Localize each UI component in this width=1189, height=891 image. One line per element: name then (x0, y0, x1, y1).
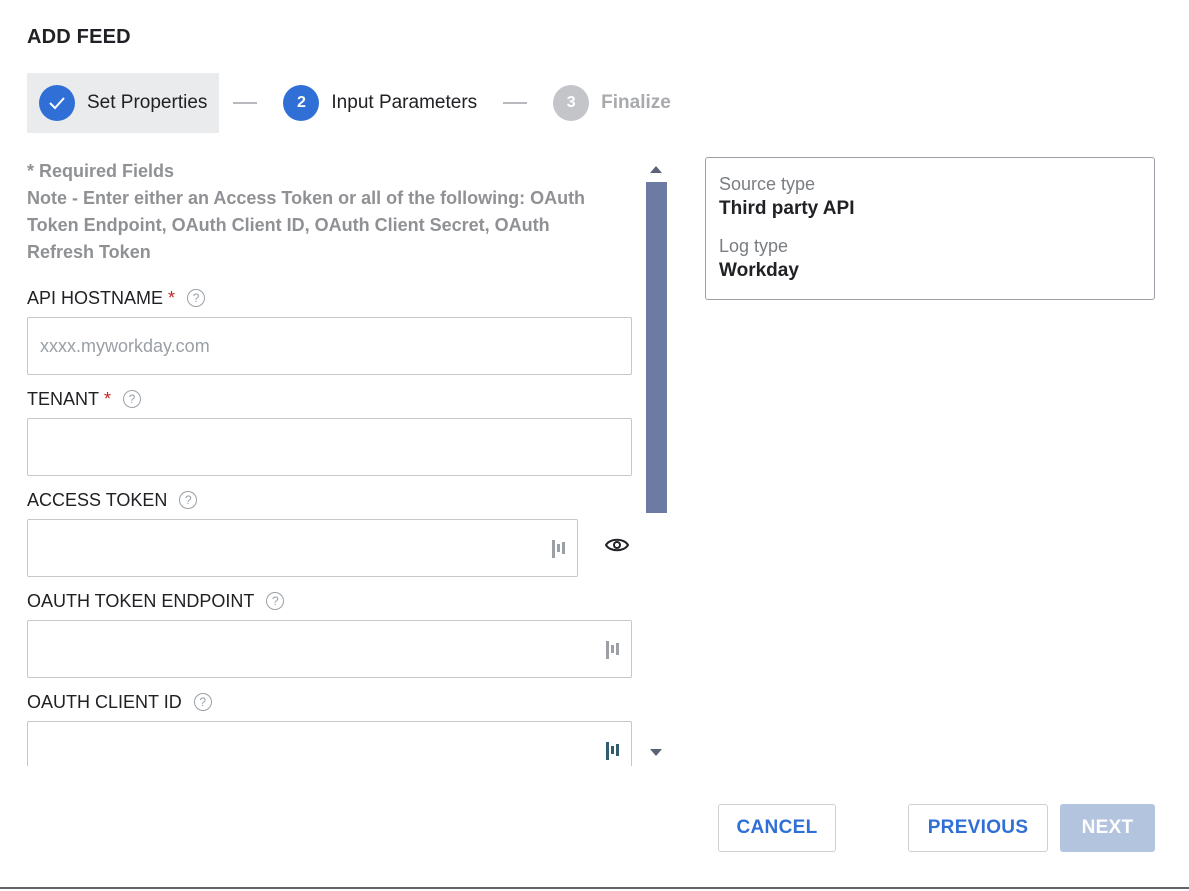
scroll-down-arrow[interactable] (650, 749, 662, 756)
oauth-token-endpoint-label: OAUTH TOKEN ENDPOINT ? (27, 589, 639, 613)
check-icon (39, 85, 75, 121)
tenant-input[interactable] (27, 418, 632, 476)
feed-summary-card: Source type Third party API Log type Wor… (705, 157, 1155, 300)
oauth-token-endpoint-label-text: OAUTH TOKEN ENDPOINT (27, 590, 255, 611)
dialog-title: ADD FEED (27, 26, 131, 48)
required-fields-text: * Required Fields (27, 161, 175, 181)
oauth-client-id-input[interactable] (27, 721, 632, 766)
form-scroll-area[interactable]: * Required Fields Note - Enter either an… (27, 158, 639, 766)
note-text: Note - Enter either an Access Token or a… (27, 188, 586, 262)
step-finalize: 3 Finalize (541, 73, 683, 133)
required-star: * (104, 388, 112, 409)
stepper: Set Properties 2 Input Parameters 3 Fina… (27, 73, 683, 133)
source-type-label: Source type (719, 174, 816, 194)
previous-button[interactable]: PREVIOUS (908, 804, 1048, 852)
step-number-3: 3 (553, 85, 590, 121)
access-token-label-text: ACCESS TOKEN (27, 489, 168, 510)
help-icon[interactable]: ? (123, 390, 142, 408)
step-label-finalize: Finalize (601, 92, 671, 113)
scroll-up-arrow[interactable] (650, 166, 662, 173)
cancel-button[interactable]: CANCEL (718, 804, 836, 852)
step-number-2: 2 (283, 85, 320, 121)
access-token-label: ACCESS TOKEN ? (27, 488, 639, 512)
api-hostname-label-text: API HOSTNAME (27, 287, 164, 308)
password-manager-icon[interactable] (551, 538, 569, 560)
oauth-token-endpoint-input[interactable] (27, 620, 632, 678)
step-input-parameters[interactable]: 2 Input Parameters (271, 73, 489, 133)
scrollbar-thumb[interactable] (646, 182, 667, 513)
help-icon[interactable]: ? (266, 592, 285, 610)
step-separator (503, 102, 528, 104)
password-manager-icon[interactable] (605, 740, 623, 762)
api-hostname-input[interactable]: xxxx.myworkday.com (27, 317, 632, 375)
step-label-input-parameters: Input Parameters (331, 92, 478, 113)
step-set-properties[interactable]: Set Properties (27, 73, 220, 133)
tenant-label: TENANT * ? (27, 387, 639, 411)
source-type-value: Third party API (719, 198, 855, 219)
help-icon[interactable]: ? (187, 289, 206, 307)
step-label-set-properties: Set Properties (87, 92, 208, 113)
api-hostname-label: API HOSTNAME * ? (27, 286, 639, 310)
required-star: * (168, 287, 176, 308)
log-type-label: Log type (719, 236, 789, 256)
bottom-divider (0, 887, 1189, 889)
next-button[interactable]: NEXT (1060, 804, 1155, 852)
oauth-client-id-label: OAUTH CLIENT ID ? (27, 690, 639, 714)
help-icon[interactable]: ? (179, 491, 198, 509)
tenant-label-text: TENANT (27, 388, 99, 409)
api-hostname-placeholder: xxxx.myworkday.com (40, 335, 210, 356)
eye-icon[interactable] (605, 537, 629, 553)
password-manager-icon[interactable] (605, 639, 623, 661)
log-type-value: Workday (719, 260, 799, 281)
help-icon[interactable]: ? (193, 693, 212, 711)
access-token-input[interactable] (27, 519, 578, 577)
step-separator (233, 102, 258, 104)
oauth-client-id-label-text: OAUTH CLIENT ID (27, 691, 182, 712)
